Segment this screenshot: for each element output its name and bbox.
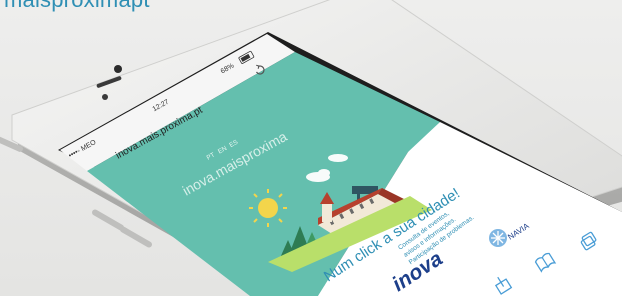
phone-scene: ••••◦ MEO 12:27 68% inova.mais.proxima.p… xyxy=(0,0,622,296)
front-camera xyxy=(114,65,122,73)
sun-illustration xyxy=(258,198,278,218)
proximity-sensor xyxy=(102,94,108,100)
